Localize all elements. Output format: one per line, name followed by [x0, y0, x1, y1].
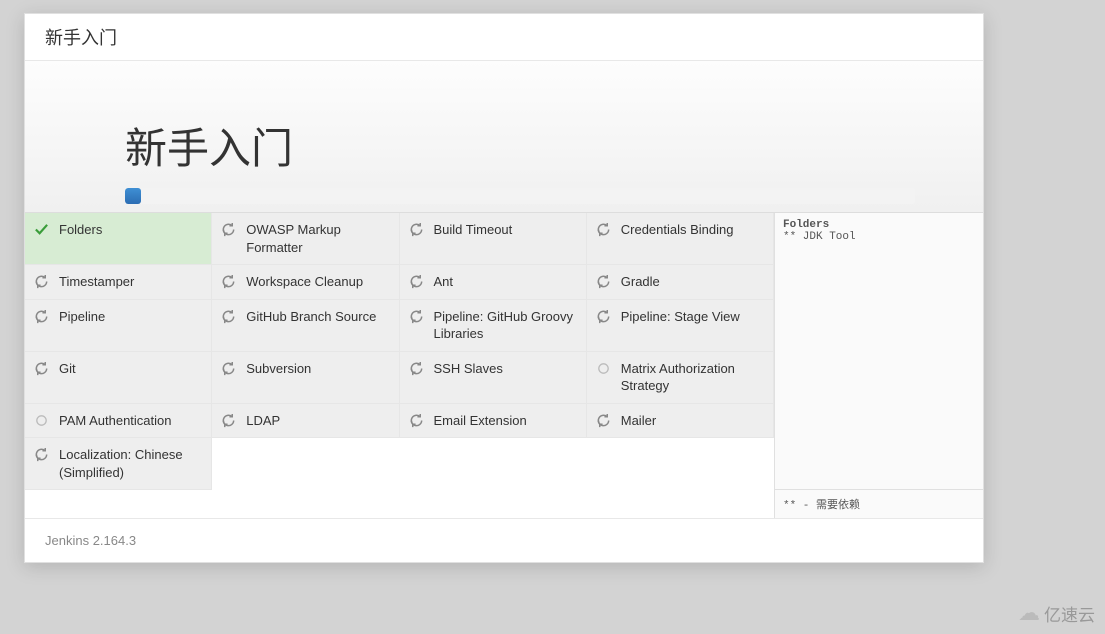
plugin-label: Email Extension [434, 413, 527, 428]
refresh-icon [409, 413, 424, 428]
refresh-icon [221, 309, 236, 324]
plugin-label: SSH Slaves [434, 361, 503, 376]
plugin-label: GitHub Branch Source [246, 309, 376, 324]
setup-wizard-modal: 新手入门 新手入门 Folders OWASP Markup Formatter B… [24, 13, 984, 563]
plugin-cell: Mailer [587, 404, 774, 439]
plugin-cell: Build Timeout [400, 213, 587, 265]
refresh-icon [409, 309, 424, 324]
plugin-label: Subversion [246, 361, 311, 376]
plugin-cell: Pipeline: Stage View [587, 300, 774, 352]
plugin-label: Credentials Binding [621, 222, 734, 237]
plugin-cell: OWASP Markup Formatter [212, 213, 399, 265]
pending-icon [596, 361, 611, 376]
refresh-icon [34, 309, 49, 324]
plugin-cell: Timestamper [25, 265, 212, 300]
plugin-cell: GitHub Branch Source [212, 300, 399, 352]
refresh-icon [221, 361, 236, 376]
refresh-icon [221, 413, 236, 428]
plugin-label: Git [59, 361, 76, 376]
modal-header: 新手入门 [25, 14, 983, 61]
refresh-icon [596, 309, 611, 324]
progress-container [125, 188, 915, 204]
plugin-label: Workspace Cleanup [246, 274, 363, 289]
plugin-cell: Pipeline: GitHub Groovy Libraries [400, 300, 587, 352]
cloud-icon: ☁ [1018, 600, 1040, 626]
plugin-label: Ant [434, 274, 454, 289]
check-icon [34, 222, 49, 237]
plugin-cell: Localization: Chinese (Simplified) [25, 438, 212, 490]
refresh-icon [409, 361, 424, 376]
plugin-label: Build Timeout [434, 222, 513, 237]
plugin-label: Gradle [621, 274, 660, 289]
plugin-label: Pipeline [59, 309, 105, 324]
content-row: Folders OWASP Markup Formatter Build Timeo… [25, 213, 983, 518]
progress-bar [125, 188, 915, 204]
plugin-label: Timestamper [59, 274, 134, 289]
plugin-label: Matrix Authorization Strategy [621, 361, 735, 394]
plugin-cell: Folders [25, 213, 212, 265]
plugin-cell: Email Extension [400, 404, 587, 439]
refresh-icon [596, 413, 611, 428]
plugin-label: Mailer [621, 413, 656, 428]
plugin-grid: Folders OWASP Markup Formatter Build Timeo… [25, 213, 774, 518]
refresh-icon [221, 222, 236, 237]
plugin-cell: Ant [400, 265, 587, 300]
plugin-cell: Gradle [587, 265, 774, 300]
refresh-icon [34, 447, 49, 462]
log-line-1: Folders [783, 219, 829, 231]
plugin-cell: Subversion [212, 352, 399, 404]
install-log-panel: Folders ** JDK Tool ** - 需要依赖 [774, 213, 983, 518]
plugin-cell: Workspace Cleanup [212, 265, 399, 300]
plugin-label: PAM Authentication [59, 413, 172, 428]
progress-fill [125, 188, 141, 204]
plugin-cell: Pipeline [25, 300, 212, 352]
watermark: ☁ 亿速云 [1018, 600, 1095, 626]
refresh-icon [596, 222, 611, 237]
refresh-icon [221, 274, 236, 289]
plugin-cell: SSH Slaves [400, 352, 587, 404]
plugin-label: LDAP [246, 413, 280, 428]
plugin-label: Pipeline: Stage View [621, 309, 740, 324]
wizard-title: 新手入门 [125, 115, 983, 176]
log-line-2: ** JDK Tool [783, 231, 856, 243]
plugin-cell: Credentials Binding [587, 213, 774, 265]
plugin-label: Localization: Chinese (Simplified) [59, 447, 183, 480]
plugin-label: OWASP Markup Formatter [246, 222, 341, 255]
modal-footer: Jenkins 2.164.3 [25, 518, 983, 562]
refresh-icon [34, 274, 49, 289]
install-log: Folders ** JDK Tool [775, 213, 983, 489]
refresh-icon [596, 274, 611, 289]
jenkins-version: Jenkins 2.164.3 [45, 533, 136, 548]
log-footer: ** - 需要依赖 [775, 489, 983, 518]
plugin-cell: LDAP [212, 404, 399, 439]
plugin-cell: Matrix Authorization Strategy [587, 352, 774, 404]
watermark-text: 亿速云 [1044, 601, 1095, 626]
plugin-label: Folders [59, 222, 102, 237]
wizard-hero: 新手入门 [25, 61, 983, 213]
plugin-cell: PAM Authentication [25, 404, 212, 439]
pending-icon [34, 413, 49, 428]
modal-title: 新手入门 [45, 28, 117, 48]
plugin-label: Pipeline: GitHub Groovy Libraries [434, 309, 573, 342]
refresh-icon [409, 222, 424, 237]
plugin-cell: Git [25, 352, 212, 404]
refresh-icon [409, 274, 424, 289]
refresh-icon [34, 361, 49, 376]
